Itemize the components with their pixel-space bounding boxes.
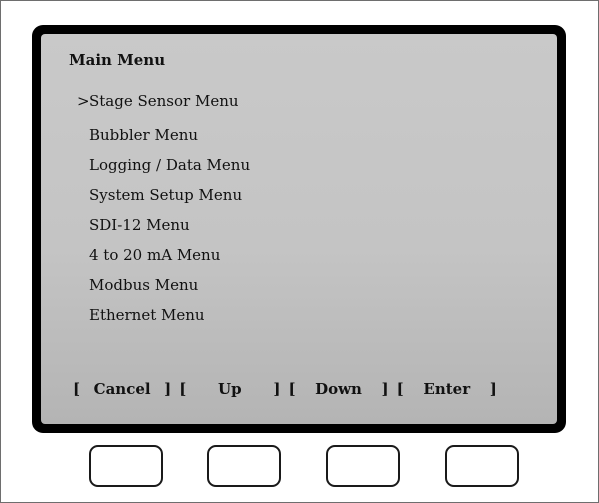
lcd-screen: Main Menu > Stage Sensor Menu Bubbler Me… [41, 34, 557, 424]
bracket-open: [ [396, 380, 404, 398]
bracket-close: ] [164, 380, 172, 398]
menu-item-sdi-12[interactable]: SDI-12 Menu [67, 210, 250, 240]
enter-button[interactable] [445, 445, 519, 487]
selection-cursor: > [77, 92, 90, 110]
menu-item-label: Bubbler Menu [89, 126, 199, 144]
bracket-open: [ [288, 380, 296, 398]
bracket-open: [ [179, 380, 187, 398]
menu-item-label: System Setup Menu [89, 186, 243, 204]
softkey-down-label: Down [315, 380, 362, 398]
menu-item-ethernet[interactable]: Ethernet Menu [67, 300, 250, 330]
menu-item-system-setup[interactable]: System Setup Menu [67, 180, 250, 210]
softkey-enter-label: Enter [423, 380, 471, 398]
menu-list: > Stage Sensor Menu Bubbler Menu Logging… [67, 89, 250, 330]
bracket-open: [ [73, 380, 81, 398]
softkey-cancel-label: Cancel [93, 380, 151, 398]
menu-item-modbus[interactable]: Modbus Menu [67, 270, 250, 300]
softkey-bar: [ Cancel] [ Up] [ Down] [ Enter] [73, 380, 497, 398]
menu-item-label: Ethernet Menu [89, 306, 205, 324]
menu-item-label: 4 to 20 mA Menu [89, 246, 221, 264]
bracket-close: ] [381, 380, 389, 398]
bracket-close: ] [489, 380, 497, 398]
softkey-up-label: Up [218, 380, 242, 398]
device-panel: Main Menu > Stage Sensor Menu Bubbler Me… [0, 0, 599, 503]
display-bezel: Main Menu > Stage Sensor Menu Bubbler Me… [32, 25, 566, 433]
menu-item-logging-data[interactable]: Logging / Data Menu [67, 150, 250, 180]
menu-item-bubbler[interactable]: Bubbler Menu [67, 120, 250, 150]
cancel-button[interactable] [89, 445, 163, 487]
menu-item-stage-sensor[interactable]: > Stage Sensor Menu [67, 89, 250, 114]
menu-item-label: Stage Sensor Menu [89, 92, 239, 110]
menu-item-4-20-ma[interactable]: 4 to 20 mA Menu [67, 240, 250, 270]
bracket-close: ] [273, 380, 281, 398]
menu-item-label: Logging / Data Menu [89, 156, 251, 174]
up-button[interactable] [207, 445, 281, 487]
menu-item-label: SDI-12 Menu [89, 216, 190, 234]
menu-item-label: Modbus Menu [89, 276, 199, 294]
menu-title: Main Menu [69, 51, 166, 69]
down-button[interactable] [326, 445, 400, 487]
